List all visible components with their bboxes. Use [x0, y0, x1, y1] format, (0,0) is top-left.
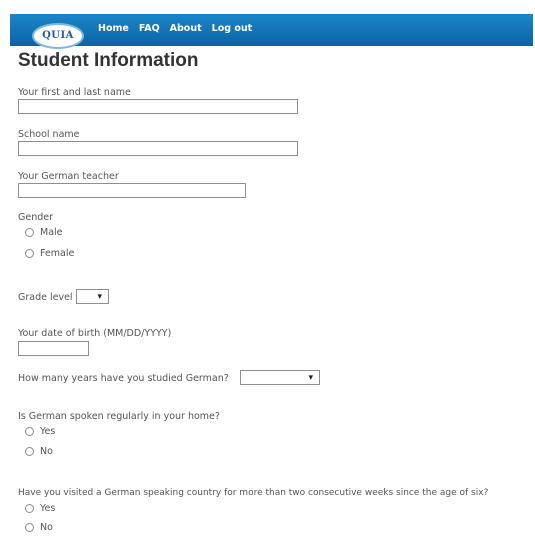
gender-option-label: Male	[40, 227, 63, 238]
gender-option-male[interactable]: Male	[25, 227, 63, 238]
home-option-no[interactable]: No	[25, 446, 53, 457]
radio-button-icon[interactable]	[25, 504, 34, 513]
chevron-down-icon: ▾	[308, 373, 313, 383]
quia-logo[interactable]: QUIA	[32, 23, 84, 49]
top-nav-bar: QUIA Home FAQ About Log out	[10, 14, 533, 49]
years-label: How many years have you studied German?	[18, 373, 229, 384]
nav-about-link[interactable]: About	[170, 23, 202, 34]
home-option-label: Yes	[40, 426, 56, 437]
dob-label: Your date of birth (MM/DD/YYYY)	[18, 328, 172, 339]
home-option-yes[interactable]: Yes	[25, 426, 55, 437]
nav-logout-link[interactable]: Log out	[212, 23, 253, 34]
dob-field[interactable]	[18, 341, 89, 356]
years-select[interactable]: ▾	[240, 370, 320, 385]
visit-option-yes[interactable]: Yes	[25, 503, 55, 514]
visit-option-label: No	[40, 522, 53, 533]
school-field[interactable]	[18, 141, 298, 156]
name-label: Your first and last name	[18, 87, 131, 98]
visit-option-no[interactable]: No	[25, 522, 53, 533]
page-title: Student Information	[18, 50, 199, 71]
chevron-down-icon: ▾	[97, 292, 102, 302]
radio-button-icon[interactable]	[25, 228, 34, 237]
visit-label: Have you visited a German speaking count…	[18, 488, 489, 498]
grade-label: Grade level	[18, 292, 73, 303]
radio-button-icon[interactable]	[25, 447, 34, 456]
gender-option-label: Female	[40, 248, 75, 259]
radio-button-icon[interactable]	[25, 249, 34, 258]
school-label: School name	[18, 129, 80, 140]
teacher-field[interactable]	[18, 183, 246, 198]
name-field[interactable]	[18, 99, 298, 114]
home-label: Is German spoken regularly in your home?	[18, 411, 220, 422]
radio-button-icon[interactable]	[25, 523, 34, 532]
gender-label: Gender	[18, 212, 54, 223]
nav-faq-link[interactable]: FAQ	[139, 23, 160, 34]
home-option-label: No	[40, 446, 53, 457]
nav-links: Home FAQ About Log out	[98, 23, 252, 34]
gender-option-female[interactable]: Female	[25, 248, 74, 259]
visit-option-label: Yes	[40, 503, 56, 514]
grade-select[interactable]: ▾	[76, 289, 109, 304]
teacher-label: Your German teacher	[18, 171, 119, 182]
radio-button-icon[interactable]	[25, 427, 34, 436]
nav-home-link[interactable]: Home	[98, 23, 129, 34]
